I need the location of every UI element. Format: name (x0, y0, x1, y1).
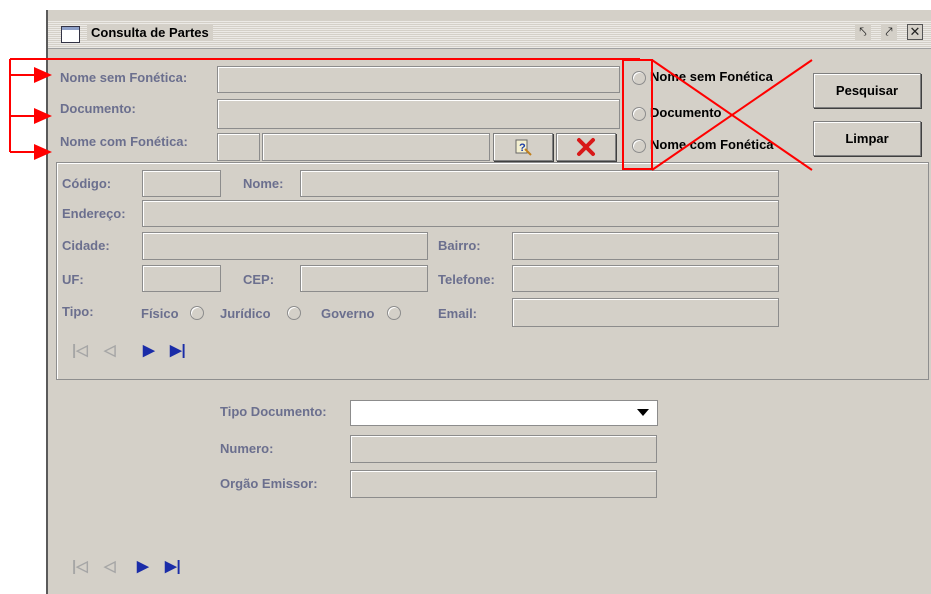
annotation-arrows (9, 58, 813, 171)
annotation-arrowhead-2 (34, 108, 52, 124)
annotation-arrowhead-3 (34, 144, 52, 160)
annotation-arrowhead-1 (34, 67, 52, 83)
annotation-arrowheads (34, 67, 52, 160)
annotation-radio-box (622, 59, 653, 170)
annotation-overlay (9, 58, 813, 171)
